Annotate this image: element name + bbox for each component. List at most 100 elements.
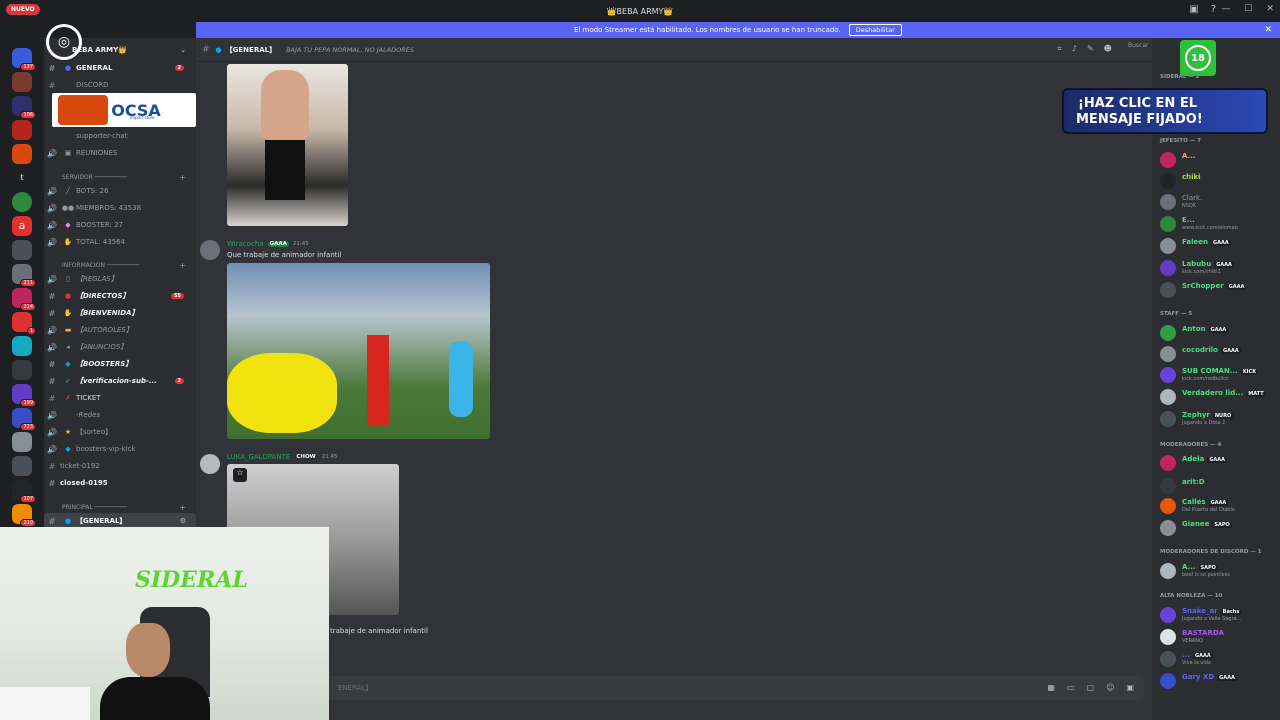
channel-closed-0195[interactable]: # closed-0195 xyxy=(44,475,196,491)
close-window-icon[interactable]: ✕ xyxy=(1266,4,1274,14)
member-item[interactable]: Snake_ar Bachs Jugando a Valle Sagra... xyxy=(1158,605,1280,625)
server-icon[interactable]: 1 xyxy=(12,312,36,335)
member-item[interactable]: chiki xyxy=(1158,171,1280,191)
member-item[interactable]: Gary XD GAAA xyxy=(1158,671,1280,691)
image-attachment[interactable] xyxy=(227,64,348,226)
channel-autoroles[interactable]: 🔊 ▬ 【AUTOROLES】 xyxy=(44,322,196,338)
member-item[interactable]: ... GAAA Viva la vida xyxy=(1158,649,1280,669)
member-item[interactable]: SrChopper GAAA xyxy=(1158,280,1280,300)
emoji-icon[interactable]: ☺ xyxy=(1106,683,1114,692)
server-icon[interactable] xyxy=(12,456,32,476)
server-icon[interactable]: 723 xyxy=(12,408,36,431)
member-section-title: MODERADORES DE DISCORD — 1 xyxy=(1160,549,1262,555)
member-item[interactable]: BASTARDA VERANO xyxy=(1158,627,1280,647)
gif-icon[interactable]: ▭ xyxy=(1067,683,1075,692)
channel-boosters-vip-kick[interactable]: 🔊 ◆ boosters-vip-kick xyxy=(44,441,196,457)
chevron-down-icon[interactable]: ⌄ xyxy=(180,46,186,54)
member-item[interactable]: A... xyxy=(1158,150,1280,170)
server-icon[interactable]: 137 xyxy=(12,48,36,71)
server-icon[interactable]: 214 xyxy=(12,288,36,311)
channel-reuniones[interactable]: 🔊 ▣ REUNIONES xyxy=(44,145,196,161)
bell-icon[interactable]: ♪ xyxy=(1072,44,1077,54)
server-icon[interactable]: 210 xyxy=(12,504,36,527)
server-icon[interactable]: 211 xyxy=(12,264,36,287)
channel-anuncios[interactable]: 🔊 ◂ 【ANUNCIOS】 xyxy=(44,339,196,355)
member-item[interactable]: arit:D xyxy=(1158,476,1280,496)
member-item[interactable]: cocodrilo GAAA xyxy=(1158,344,1280,364)
apps-icon[interactable]: ▣ xyxy=(1126,683,1134,692)
maximize-icon[interactable]: ☐ xyxy=(1244,4,1252,14)
channel-sorteo[interactable]: 🔊 ★ 【sorteo】 xyxy=(44,424,196,440)
category-principal[interactable]: PRINCIPAL ───────── + xyxy=(44,501,196,513)
add-channel-icon[interactable]: + xyxy=(179,173,186,182)
channel-directos[interactable]: # ● 【DIRECTOS】 55 xyxy=(44,288,196,304)
add-channel-icon[interactable]: + xyxy=(179,503,186,512)
add-channel-icon[interactable]: + xyxy=(179,261,186,270)
disable-streamer-button[interactable]: Deshabilitar xyxy=(848,24,902,36)
server-icon[interactable] xyxy=(12,192,32,212)
member-item[interactable]: Calles GAAA Del Puerto del Diablo xyxy=(1158,496,1280,516)
stat-miembros[interactable]: 🔊 ●● MIEMBROS: 43538 xyxy=(44,200,196,216)
message-composer[interactable]: ENERAL】 ▦ ▭ ▢ ☺ ▣ xyxy=(326,676,1144,700)
channel-ticket-0192[interactable]: # ticket-0192 xyxy=(44,458,196,474)
avatar[interactable] xyxy=(200,240,220,260)
member-item[interactable]: Adela GAAA xyxy=(1158,453,1280,473)
channel-supporter-chat[interactable]: supporter-chat xyxy=(44,128,196,144)
help-icon[interactable]: ? xyxy=(1211,4,1216,15)
channel-bienvenida[interactable]: # ✋ 【BIENVENIDA】 xyxy=(44,305,196,321)
channel-boosters[interactable]: # ◆ 【BOOSTERS】 xyxy=(44,356,196,372)
server-icon[interactable] xyxy=(12,72,32,92)
category-informacion[interactable]: INFORMACION ───────── + xyxy=(44,259,196,271)
channel-verificacion[interactable]: # ✔ 【verificacion-sub-... 2 xyxy=(44,373,196,389)
member-item[interactable]: Anton GAAA xyxy=(1158,323,1280,343)
channel-label: closed-0195 xyxy=(60,479,108,487)
search-input[interactable]: Buscar xyxy=(1128,42,1152,56)
member-item[interactable]: E... www.kick.com/elomao xyxy=(1158,214,1280,234)
channel-reglas[interactable]: 🔊 ▯ 【REGLAS】 xyxy=(44,271,196,287)
member-item[interactable]: Zephyr NURO Jugando a Dota 2 xyxy=(1158,409,1280,429)
member-item[interactable]: Clark. NSQK xyxy=(1158,192,1280,212)
server-icon[interactable] xyxy=(12,144,32,164)
category-servidor[interactable]: SERVIDOR ───────── + xyxy=(44,171,196,183)
server-icon[interactable] xyxy=(12,240,32,260)
server-icon[interactable]: t xyxy=(12,168,32,188)
inbox-icon[interactable]: ▣ xyxy=(1189,4,1198,15)
members-icon[interactable]: ☻ xyxy=(1104,44,1112,54)
author-name[interactable]: LUKA_GALOPANTE xyxy=(227,453,290,461)
server-icon[interactable] xyxy=(12,360,32,380)
channel-redes[interactable]: 🔊 -Redes xyxy=(44,407,196,423)
avatar[interactable] xyxy=(200,454,220,474)
member-item[interactable]: Labubu GAAA kick.com/chiki1 xyxy=(1158,258,1280,278)
server-icon[interactable] xyxy=(12,120,32,140)
image-attachment[interactable] xyxy=(227,263,490,439)
server-icon[interactable]: a xyxy=(12,216,32,236)
server-icon[interactable] xyxy=(12,432,32,452)
stat-booster[interactable]: 🔊 ◆ BOOSTER: 27 xyxy=(44,217,196,233)
settings-icon[interactable]: ⚙ xyxy=(180,517,186,525)
channel-topic[interactable]: BAJA TU PEPA NORMAL, NO JALADORES xyxy=(286,46,414,54)
author-name[interactable]: Wiracocha xyxy=(227,240,264,248)
member-item[interactable]: Faleen GAAA xyxy=(1158,236,1280,256)
nuevo-badge[interactable]: NUEVO xyxy=(6,4,40,15)
star-icon[interactable]: ☆ xyxy=(233,468,247,482)
minimize-icon[interactable]: — xyxy=(1221,4,1230,14)
pin-icon[interactable]: ✎ xyxy=(1087,44,1094,54)
threads-icon[interactable]: ⌗ xyxy=(1057,44,1062,54)
channel-general[interactable]: # ● GENERAL 2 xyxy=(44,60,196,76)
sticker-icon[interactable]: ▢ xyxy=(1087,683,1095,692)
member-item[interactable]: SUB COMAN... KICK kick.com/redbullcc xyxy=(1158,365,1280,385)
close-icon[interactable]: ✕ xyxy=(1264,25,1272,35)
server-icon[interactable]: 106 xyxy=(12,96,36,119)
channel-discord[interactable]: # DISCORD xyxy=(44,77,196,93)
server-icon[interactable]: 199 xyxy=(12,384,36,407)
server-icon[interactable]: 107 xyxy=(12,480,36,503)
channel-ticket[interactable]: # ✗ TICKET xyxy=(44,390,196,406)
member-item[interactable]: Verdadero lid... MATT xyxy=(1158,387,1280,407)
stat-bots[interactable]: 🔊 ╱ BOTS: 26 xyxy=(44,183,196,199)
gift-icon[interactable]: ▦ xyxy=(1047,683,1055,692)
member-item[interactable]: Gianee SAPO xyxy=(1158,518,1280,538)
server-icon[interactable] xyxy=(12,336,32,356)
member-item[interactable]: A... SAPO beef is so pointless xyxy=(1158,561,1280,581)
stat-total[interactable]: 🔊 ✋ TOTAL: 43564 xyxy=(44,234,196,250)
webcam-logo: SIDERAL xyxy=(135,567,248,593)
